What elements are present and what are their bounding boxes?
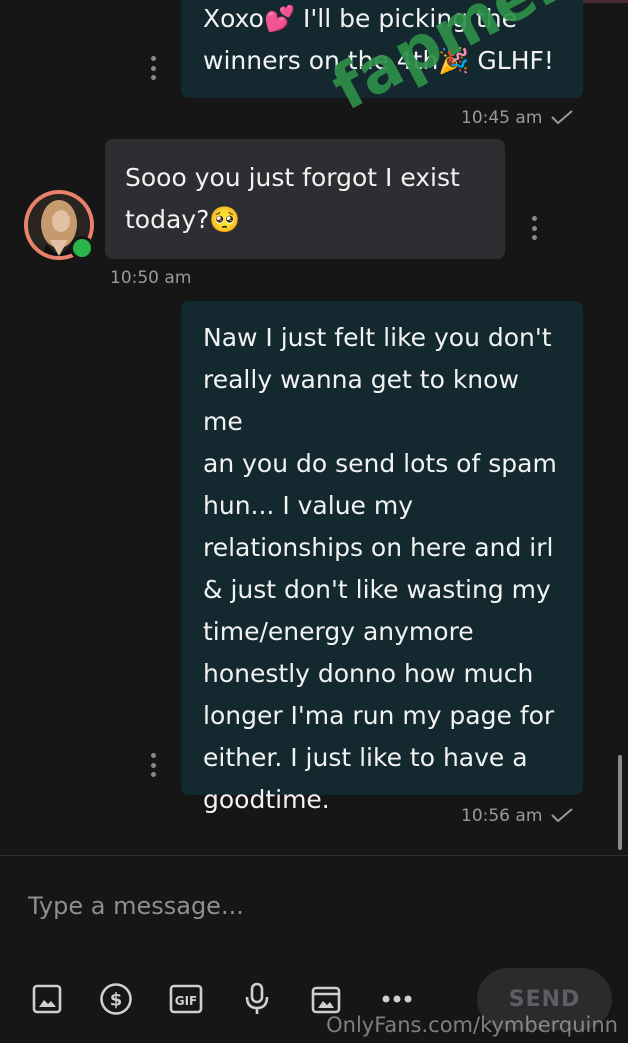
scrollbar-thumb[interactable]: [618, 755, 622, 850]
message-text-line: today?🥺: [125, 205, 241, 234]
site-watermark: OnlyFans.com/kymberquinn: [326, 1013, 618, 1037]
svg-text:GIF: GIF: [175, 994, 198, 1008]
message-text-line: Sooo you just forgot I exist: [125, 163, 460, 192]
message-options-icon[interactable]: [150, 753, 156, 777]
message-timestamp: 10:50 am: [110, 268, 192, 288]
message-bubble-incoming: Sooo you just forgot I exist today?🥺: [105, 139, 505, 259]
message-options-icon[interactable]: [531, 216, 537, 240]
message-timestamp: 10:56 am: [461, 806, 543, 826]
read-check-icon: [551, 110, 573, 124]
message-text-line: hun... I value my: [203, 491, 414, 520]
more-icon[interactable]: [380, 982, 414, 1016]
gif-icon[interactable]: GIF: [169, 982, 203, 1016]
svg-text:$: $: [110, 990, 123, 1011]
vault-icon[interactable]: [309, 982, 343, 1016]
image-icon[interactable]: [30, 982, 64, 1016]
message-text-line: longer I'ma run my page for: [203, 701, 555, 730]
message-input[interactable]: [28, 886, 588, 926]
read-check-icon: [551, 808, 573, 822]
message-text-line: & just don't like wasting my: [203, 575, 551, 604]
chat-screen: Xoxo💕 I'll be picking the winners on the…: [0, 0, 628, 1043]
message-text-line: Naw I just felt like you don't: [203, 323, 552, 352]
message-text-line: either. I just like to have a: [203, 743, 528, 772]
message-text-line: time/energy anymore: [203, 617, 474, 646]
message-timestamp: 10:45 am: [461, 108, 543, 128]
message-text-line: an you do send lots of spam: [203, 449, 557, 478]
composer-divider: [0, 855, 628, 856]
dollar-icon[interactable]: $: [99, 982, 133, 1016]
microphone-icon[interactable]: [240, 982, 274, 1016]
online-status-indicator: [70, 236, 94, 260]
message-bubble-outgoing: Naw I just felt like you don't really wa…: [181, 301, 583, 814]
message-text-line: relationships on here and irl: [203, 533, 554, 562]
message-text-line: honestly donno how much: [203, 659, 534, 688]
message-text-line: really wanna get to know me: [203, 365, 519, 436]
message-options-icon[interactable]: [150, 56, 156, 80]
